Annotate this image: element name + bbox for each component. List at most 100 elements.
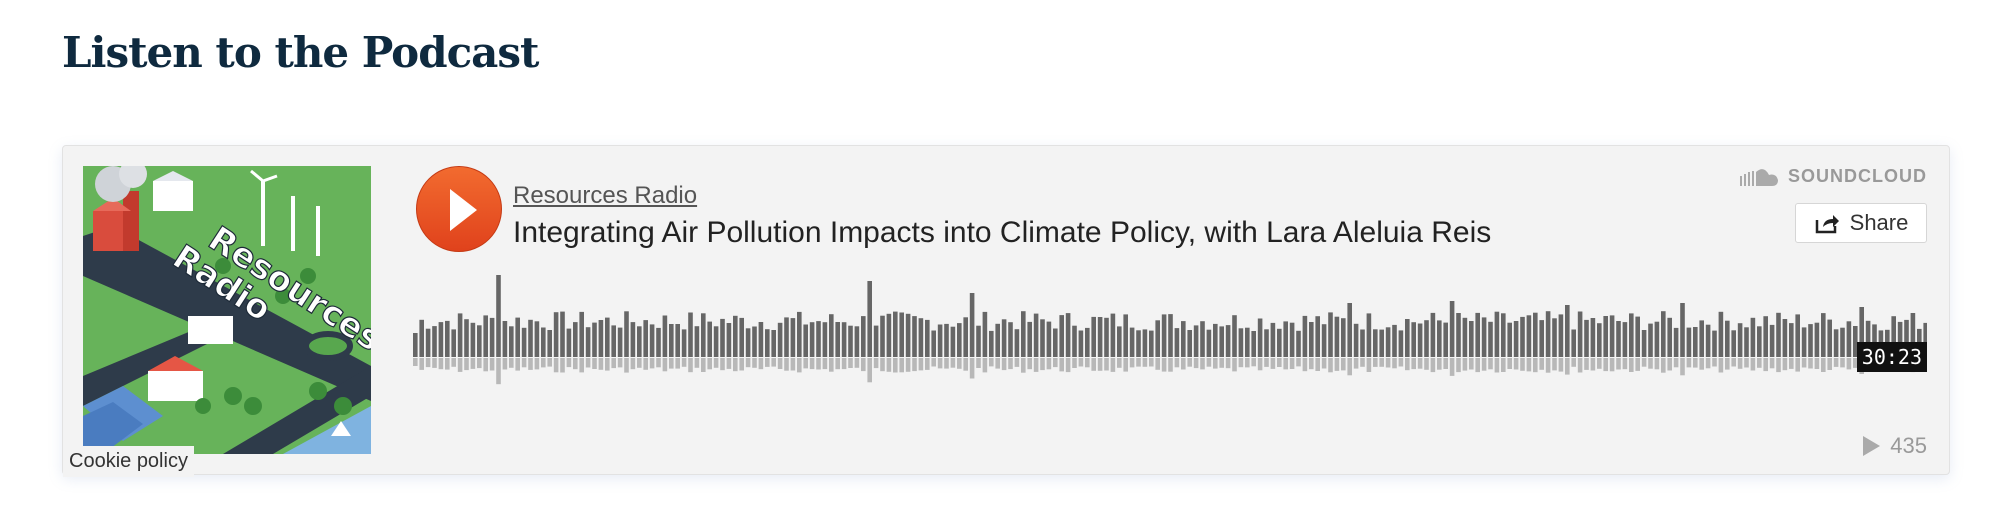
waveform-reflection-bar [566, 358, 572, 368]
waveform-reflection-bar [1219, 358, 1224, 368]
waveform-reflection-bar [1795, 358, 1800, 372]
waveform-bar [1078, 330, 1084, 357]
waveform-bar [1257, 318, 1263, 357]
waveform-bar [758, 322, 764, 357]
waveform-reflection-bar [1545, 358, 1551, 373]
waveform-bar [925, 319, 930, 357]
waveform-reflection-bar [925, 358, 930, 370]
waveform-reflection-bar [1181, 358, 1186, 370]
waveform-reflection-bar [720, 358, 725, 371]
waveform-reflection-bar [662, 358, 668, 372]
waveform-reflection-bar [950, 358, 956, 368]
waveform-bar [1027, 321, 1032, 357]
waveform-reflection-bar [624, 358, 629, 373]
waveform-bar [1174, 328, 1180, 357]
waveform-bar [1129, 327, 1135, 357]
waveform-reflection-bar [1078, 358, 1084, 367]
waveform-bar [688, 312, 693, 357]
waveform-reflection-bar [1097, 358, 1103, 371]
waveform-reflection-bar [1033, 358, 1039, 372]
waveform-reflection-bar [1622, 358, 1628, 370]
waveform-bar [797, 311, 802, 357]
waveform-bar [1494, 311, 1500, 357]
waveform-reflection-bar [1769, 358, 1775, 369]
waveform[interactable] [413, 274, 1927, 404]
waveform-bar [733, 315, 738, 357]
waveform-reflection-bar [1705, 358, 1711, 369]
waveform-reflection-bar [1616, 358, 1621, 370]
waveform-bar [432, 326, 437, 357]
waveform-reflection-bar [905, 358, 911, 372]
waveform-bar [1334, 316, 1340, 357]
waveform-reflection-bar [445, 358, 450, 370]
waveform-bar [707, 321, 712, 357]
waveform-bar [701, 313, 706, 357]
waveform-reflection-bar [457, 358, 463, 372]
waveform-bar [1117, 326, 1122, 357]
waveform-bar [1481, 317, 1487, 357]
waveform-reflection-bar [1091, 358, 1096, 371]
waveform-reflection-bar [483, 358, 488, 372]
waveform-bar [1091, 316, 1096, 357]
waveform-reflection-bar [995, 358, 1000, 369]
waveform-bar [1539, 320, 1544, 357]
waveform-bar [1385, 327, 1391, 357]
waveform-bar [1577, 311, 1583, 357]
waveform-reflection-bar [1014, 358, 1020, 367]
waveform-reflection-bar [1142, 358, 1148, 367]
waveform-reflection-bar [605, 358, 610, 371]
waveform-reflection-bar [1808, 358, 1813, 369]
waveform-bar [1437, 320, 1442, 357]
waveform-reflection-bar [1315, 358, 1320, 371]
waveform-bar [1661, 311, 1666, 357]
waveform-reflection-bar [1296, 358, 1301, 367]
play-button[interactable] [416, 166, 502, 252]
waveform-reflection-bar [1155, 358, 1160, 370]
waveform-bar [1507, 322, 1512, 357]
waveform-bar [515, 317, 520, 357]
waveform-reflection-bar [1309, 358, 1314, 370]
waveform-bar [598, 320, 604, 357]
uploader-link[interactable]: Resources Radio [513, 182, 697, 210]
track-title[interactable]: Integrating Air Pollution Impacts into C… [513, 216, 1491, 250]
waveform-bar [413, 333, 418, 357]
waveform-bar [1501, 313, 1506, 357]
waveform-bar [937, 324, 943, 357]
waveform-bar [1565, 305, 1570, 357]
waveform-reflection-bar [1737, 358, 1743, 369]
waveform-bar [419, 319, 424, 357]
waveform-bar [1469, 321, 1474, 357]
waveform-bar [669, 324, 674, 357]
waveform-bar [1225, 325, 1231, 357]
waveform-bar [1270, 322, 1276, 357]
soundcloud-logo[interactable]: SOUNDCLOUD [1740, 166, 1927, 187]
waveform-bar [457, 313, 463, 357]
waveform-bar [1193, 325, 1199, 357]
waveform-bar [1328, 312, 1333, 357]
waveform-bar [765, 329, 770, 357]
waveform-bar [1443, 322, 1448, 357]
waveform-bar [1200, 321, 1205, 357]
waveform-bar [1104, 317, 1109, 357]
waveform-bar [541, 327, 546, 357]
waveform-bar [1513, 321, 1519, 357]
cookie-policy-link[interactable]: Cookie policy [63, 446, 194, 477]
waveform-bar [528, 319, 533, 357]
waveform-bar [1590, 318, 1596, 357]
waveform-reflection-bar [592, 358, 597, 369]
waveform-bar [1456, 313, 1461, 357]
waveform-reflection-bar [726, 358, 732, 369]
waveform-bar [1366, 313, 1372, 357]
waveform-reflection-bar [1245, 358, 1250, 368]
waveform-reflection-bar [560, 358, 565, 373]
waveform-bar [1725, 320, 1730, 357]
podcast-artwork[interactable]: Resources Radio [83, 166, 371, 454]
share-button[interactable]: Share [1795, 203, 1927, 243]
waveform-bar [816, 321, 821, 357]
waveform-reflection-bar [547, 358, 552, 367]
waveform-reflection-bar [1021, 358, 1026, 373]
waveform-reflection-bar [1641, 358, 1647, 367]
waveform-bar [1744, 327, 1749, 357]
waveform-reflection-bar [637, 358, 642, 368]
waveform-reflection-bar [861, 358, 866, 372]
